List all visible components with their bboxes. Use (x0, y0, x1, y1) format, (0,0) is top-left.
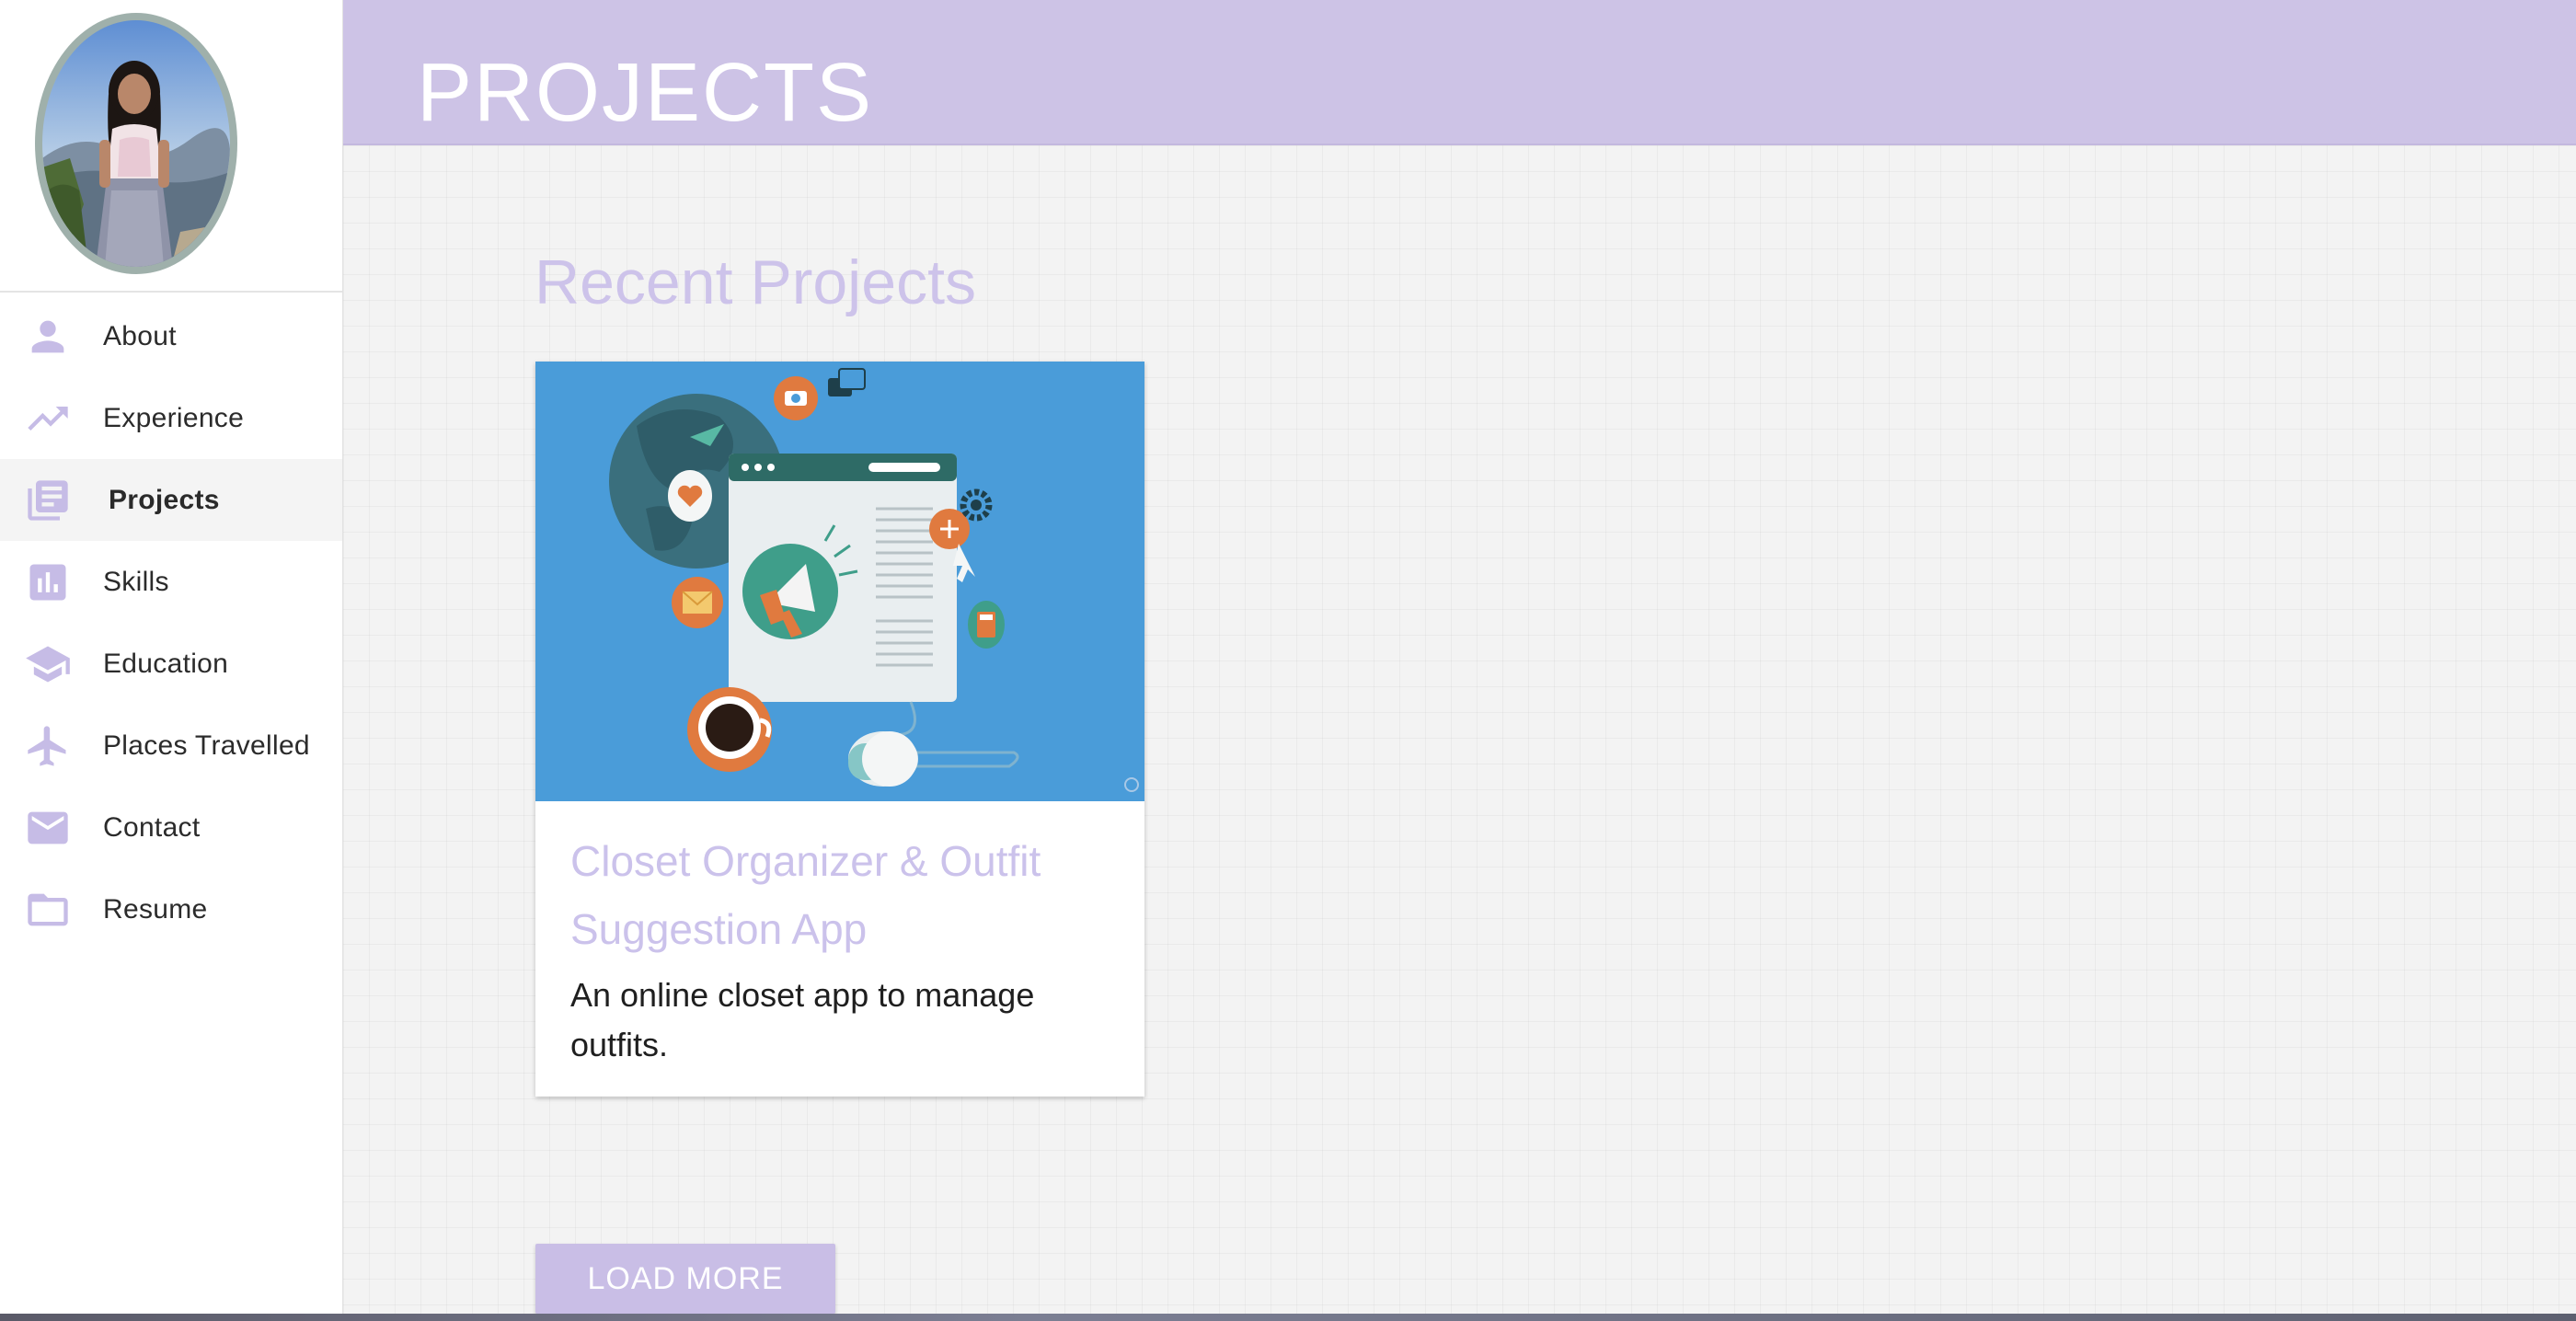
sidebar-nav: About Experience Projects Skills Educati… (0, 295, 342, 950)
sidebar: About Experience Projects Skills Educati… (0, 0, 343, 1314)
sidebar-item-skills[interactable]: Skills (0, 541, 342, 623)
sidebar-divider (0, 291, 342, 293)
sidebar-item-experience[interactable]: Experience (0, 377, 342, 459)
airplane-icon (24, 722, 72, 770)
person-icon (24, 313, 72, 361)
section-title: Recent Projects (535, 247, 976, 317)
mail-icon (24, 804, 72, 852)
graduation-cap-icon (24, 640, 72, 688)
bar-chart-icon (24, 558, 72, 606)
sidebar-item-label: Skills (103, 566, 169, 597)
marketing-illustration (535, 362, 1144, 801)
sidebar-item-resume[interactable]: Resume (0, 868, 342, 950)
project-card[interactable]: Closet Organizer & Outfit Suggestion App… (535, 362, 1144, 1097)
sidebar-item-label: Projects (109, 484, 220, 515)
sidebar-item-label: Education (103, 648, 229, 679)
avatar[interactable] (42, 20, 230, 267)
folder-icon (24, 886, 72, 934)
page-title: PROJECTS (417, 47, 874, 140)
sidebar-item-label: Resume (103, 893, 208, 925)
project-card-title[interactable]: Closet Organizer & Outfit Suggestion App (570, 827, 1122, 963)
window-bottom-edge (0, 1314, 2576, 1321)
load-more-button[interactable]: LOAD MORE (535, 1244, 835, 1314)
trending-up-icon (24, 395, 72, 442)
avatar-frame (35, 13, 237, 274)
library-books-icon (24, 477, 72, 524)
sidebar-item-label: Experience (103, 402, 245, 433)
page-header: PROJECTS (343, 0, 2576, 145)
sidebar-item-label: About (103, 320, 177, 351)
sidebar-item-about[interactable]: About (0, 295, 342, 377)
sidebar-item-places-travelled[interactable]: Places Travelled (0, 705, 342, 787)
profile-photo (42, 20, 230, 267)
sidebar-item-projects[interactable]: Projects (0, 459, 342, 541)
sidebar-item-contact[interactable]: Contact (0, 787, 342, 868)
project-card-description: An online closet app to manage outfits. (570, 976, 1035, 1063)
main-content: Recent Projects Closet Organizer & Outfi… (343, 145, 2576, 1314)
sidebar-item-label: Places Travelled (103, 729, 310, 761)
sidebar-item-education[interactable]: Education (0, 623, 342, 705)
sidebar-item-label: Contact (103, 811, 201, 843)
project-card-image (535, 362, 1144, 801)
